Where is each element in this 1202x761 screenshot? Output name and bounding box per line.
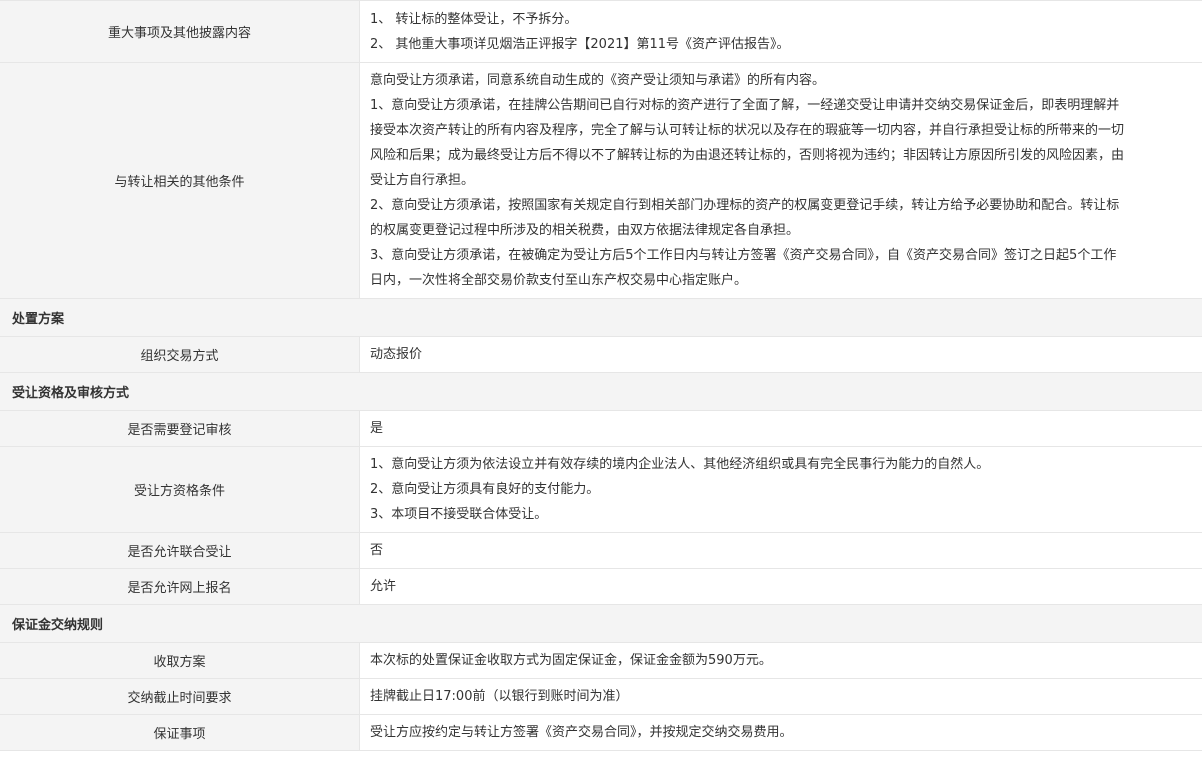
field-value: 1、意向受让方须为依法设立并有效存续的境内企业法人、其他经济组织或具有完全民事行…	[360, 447, 1202, 532]
value-line: 1、意向受让方须承诺，在挂牌公告期间已自行对标的资产进行了全面了解，一经递交受让…	[370, 98, 1120, 113]
value-line: 受让方自行承担。	[370, 173, 475, 188]
section-disposal-plan: 处置方案	[0, 299, 1202, 337]
value-line: 否	[370, 543, 384, 558]
field-value: 本次标的处置保证金收取方式为固定保证金，保证金金额为590万元。	[360, 643, 1202, 678]
value-line: 意向受让方须承诺，同意系统自动生成的《资产受让须知与承诺》的所有内容。	[370, 73, 826, 88]
row-joint-bid: 是否允许联合受让否	[0, 533, 1202, 569]
value-line: 1、 转让标的整体受让，不予拆分。	[370, 11, 578, 27]
row-registration-review: 是否需要登记审核是	[0, 411, 1202, 447]
field-label: 交纳截止时间要求	[0, 679, 360, 714]
row-major-disclosures: 重大事项及其他披露内容 1、 转让标的整体受让，不予拆分。 2、 其他重大事项详见烟…	[0, 1, 1202, 63]
value-line: 3、本项目不接受联合体受让。	[370, 507, 548, 522]
row-payment-deadline: 交纳截止时间要求 挂牌截止日17:00前（以银行到账时间为准）	[0, 679, 1202, 715]
value-line: 3、意向受让方须承诺，在被确定为受让方后5个工作日内与转让方签署《资产交易合同》…	[370, 248, 1117, 263]
field-label: 是否允许联合受让	[0, 533, 360, 568]
value-line: 2、意向受让方须具有良好的支付能力。	[370, 482, 600, 497]
row-guarantee-items: 保证事项 受让方应按约定与转让方签署《资产交易合同》，并按规定交纳交易费用。	[0, 715, 1202, 751]
field-value: 受让方应按约定与转让方签署《资产交易合同》，并按规定交纳交易费用。	[360, 715, 1202, 750]
value-line: 的权属变更登记过程中所涉及的相关税费，由双方依据法律规定各自承担。	[370, 223, 800, 238]
section-title: 受让资格及审核方式	[12, 386, 130, 401]
field-value: 动态报价	[360, 337, 1202, 372]
row-online-registration: 是否允许网上报名 允许	[0, 569, 1202, 605]
value-line: 允许	[370, 579, 397, 594]
value-line: 受让方应按约定与转让方签署《资产交易合同》，并按规定交纳交易费用。	[370, 725, 793, 740]
row-trading-method: 组织交易方式 动态报价	[0, 337, 1202, 373]
section-title: 保证金交纳规则	[12, 618, 104, 633]
value-line: 2、意向受让方须承诺，按照国家有关规定自行到相关部门办理标的资产的权属变更登记手…	[370, 198, 1120, 213]
field-value: 是	[360, 411, 1202, 446]
value-line: 是	[370, 421, 384, 436]
field-label: 与转让相关的其他条件	[0, 63, 360, 298]
field-label: 组织交易方式	[0, 337, 360, 372]
field-value: 意向受让方须承诺，同意系统自动生成的《资产受让须知与承诺》的所有内容。 1、意向受…	[360, 63, 1202, 298]
value-line: 挂牌截止日17:00前（以银行到账时间为准）	[370, 689, 629, 704]
value-line: 2、 其他重大事项详见烟浩正评报字【2021】第11号《资产评估报告》。	[370, 36, 790, 52]
disclosure-table: 重大事项及其他披露内容 1、 转让标的整体受让，不予拆分。 2、 其他重大事项详见烟…	[0, 0, 1202, 751]
value-line: 本次标的处置保证金收取方式为固定保证金，保证金金额为590万元。	[370, 653, 772, 668]
value-line: 动态报价	[370, 347, 423, 362]
field-value: 1、 转让标的整体受让，不予拆分。 2、 其他重大事项详见烟浩正评报字【2021】…	[360, 1, 1202, 62]
field-label: 是否需要登记审核	[0, 411, 360, 446]
section-title: 处置方案	[12, 312, 65, 327]
field-value: 允许	[360, 569, 1202, 604]
row-collection-plan: 收取方案 本次标的处置保证金收取方式为固定保证金，保证金金额为590万元。	[0, 643, 1202, 679]
value-line: 1、意向受让方须为依法设立并有效存续的境内企业法人、其他经济组织或具有完全民事行…	[370, 457, 990, 472]
field-value: 否	[360, 533, 1202, 568]
value-line: 接受本次资产转让的所有内容及程序，完全了解与认可转让标的状况以及存在的瑕疵等一切…	[370, 123, 1125, 138]
field-label: 是否允许网上报名	[0, 569, 360, 604]
field-value: 挂牌截止日17:00前（以银行到账时间为准）	[360, 679, 1202, 714]
field-label: 保证事项	[0, 715, 360, 750]
field-label: 重大事项及其他披露内容	[0, 1, 360, 62]
value-line: 风险和后果；成为最终受让方后不得以不了解转让标的为由退还转让标的，否则将视为违约…	[370, 148, 1125, 163]
field-label: 收取方案	[0, 643, 360, 678]
row-transfer-conditions: 与转让相关的其他条件 意向受让方须承诺，同意系统自动生成的《资产受让须知与承诺》的…	[0, 63, 1202, 299]
section-deposit-rules: 保证金交纳规则	[0, 605, 1202, 643]
field-label: 受让方资格条件	[0, 447, 360, 532]
row-buyer-qualification: 受让方资格条件 1、意向受让方须为依法设立并有效存续的境内企业法人、其他经济组织或…	[0, 447, 1202, 533]
section-qualification: 受让资格及审核方式	[0, 373, 1202, 411]
value-line: 日内，一次性将全部交易价款支付至山东产权交易中心指定账户。	[370, 273, 748, 288]
